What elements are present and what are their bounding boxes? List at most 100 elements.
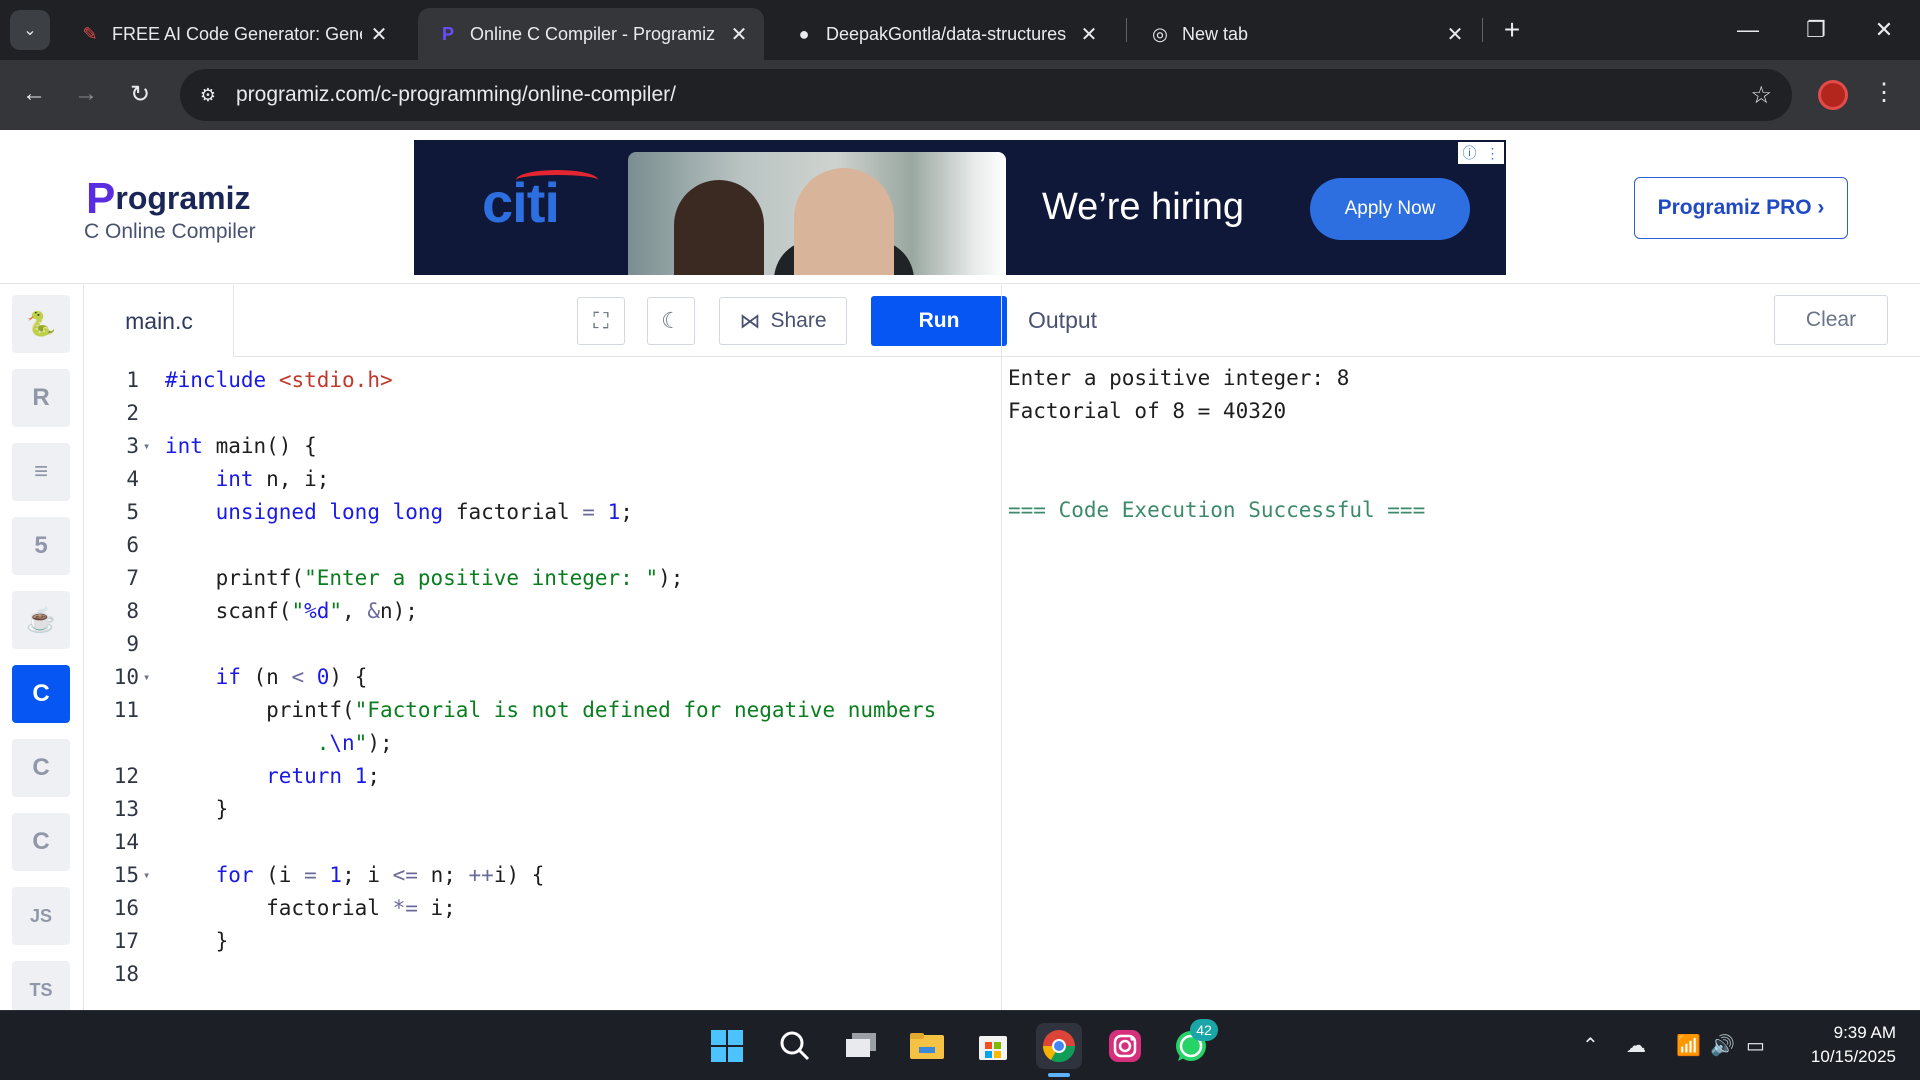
new-tab-button[interactable]: +: [1494, 12, 1530, 48]
code-editor[interactable]: ▲ ▼ 1#include <stdio.h>23▾int main() {4 …: [85, 358, 1001, 1010]
close-icon[interactable]: ✕: [1076, 21, 1102, 47]
fold-arrow-icon[interactable]: ▾: [143, 430, 150, 463]
whatsapp-badge: 42: [1190, 1019, 1218, 1041]
logo-text: rogramiz: [115, 180, 251, 216]
code-line[interactable]: 9: [85, 628, 985, 661]
windows-start-icon[interactable]: [704, 1023, 750, 1069]
apply-now-button[interactable]: Apply Now: [1310, 178, 1470, 240]
ad-banner[interactable]: citi We’re hiring Apply Now ⓘ ⋮: [414, 140, 1506, 275]
language-button[interactable]: JS: [12, 887, 70, 945]
fullscreen-button[interactable]: ⛶: [577, 297, 625, 345]
tab-search-button[interactable]: ⌄: [10, 10, 50, 50]
language-button[interactable]: C: [12, 665, 70, 723]
run-button[interactable]: Run: [871, 296, 1007, 346]
html5-icon: 5: [34, 532, 48, 559]
volume-icon[interactable]: 🔊: [1710, 1033, 1735, 1058]
language-button[interactable]: C: [12, 739, 70, 797]
panel-divider[interactable]: [1001, 285, 1002, 1010]
browser-tab-programiz[interactable]: P Online C Compiler - Programiz ✕: [418, 8, 764, 60]
programiz-pro-button[interactable]: Programiz PRO ›: [1634, 177, 1848, 239]
close-icon[interactable]: ✕: [366, 21, 392, 47]
back-button[interactable]: ←: [14, 74, 54, 114]
restore-button[interactable]: ❐: [1788, 6, 1844, 54]
code-line[interactable]: 8 scanf("%d", &n);: [85, 595, 985, 628]
code-line[interactable]: 17 }: [85, 925, 985, 958]
code-line[interactable]: 1 #include <stdio.h>: [85, 364, 985, 397]
browser-menu-icon[interactable]: ⋮: [1872, 78, 1896, 107]
programiz-logo[interactable]: Programiz: [86, 170, 251, 223]
chevron-up-icon[interactable]: ⌃: [1582, 1033, 1599, 1058]
task-view-icon[interactable]: [838, 1023, 884, 1069]
code-text: }: [165, 797, 229, 821]
line-number: 6: [126, 533, 139, 557]
file-tab[interactable]: main.c: [85, 285, 234, 357]
url-text[interactable]: programiz.com/c-programming/online-compi…: [236, 83, 676, 107]
chrome-icon: ◎: [1152, 23, 1168, 44]
code-line[interactable]: 12 return 1;: [85, 760, 985, 793]
site-info-icon[interactable]: ⚙: [194, 81, 222, 109]
language-button[interactable]: 5: [12, 517, 70, 575]
csharp-icon: C: [32, 828, 50, 855]
code-text: unsigned long long factorial = 1;: [215, 500, 633, 524]
language-button[interactable]: ≡: [12, 443, 70, 501]
fold-arrow-icon[interactable]: ▾: [143, 859, 150, 892]
language-button[interactable]: C: [12, 813, 70, 871]
share-button[interactable]: ⋈ Share: [719, 297, 847, 345]
dark-mode-button[interactable]: ☾: [647, 297, 695, 345]
line-number: 14: [113, 830, 139, 854]
forward-button[interactable]: →: [66, 74, 106, 114]
wifi-icon[interactable]: 📶: [1676, 1033, 1701, 1058]
code-line[interactable]: .\n");: [85, 727, 985, 760]
onedrive-icon[interactable]: ☁: [1626, 1033, 1646, 1058]
sql-icon: ≡: [33, 458, 48, 485]
line-number: 16: [113, 896, 139, 920]
code-line[interactable]: 2: [85, 397, 985, 430]
code-line[interactable]: 18: [85, 958, 985, 991]
close-icon[interactable]: ✕: [1442, 21, 1468, 47]
language-button[interactable]: ☕: [12, 591, 70, 649]
search-icon[interactable]: [772, 1023, 818, 1069]
address-bar[interactable]: ⚙ programiz.com/c-programming/online-com…: [180, 69, 1792, 121]
ad-choices[interactable]: ⓘ ⋮: [1458, 142, 1504, 164]
code-line[interactable]: 10 ▾ if (n < 0) {: [85, 661, 985, 694]
close-window-button[interactable]: ✕: [1856, 6, 1912, 54]
line-number: 4: [126, 467, 139, 491]
browser-tab-ai-code[interactable]: ✎ FREE AI Code Generator: Gener ✕: [60, 8, 404, 60]
profile-avatar[interactable]: [1818, 80, 1848, 110]
language-button[interactable]: 🐍: [12, 295, 70, 353]
file-explorer-icon[interactable]: [904, 1023, 950, 1069]
microsoft-store-icon[interactable]: [970, 1023, 1016, 1069]
line-number: 3: [126, 434, 139, 458]
output-line: Factorial of 8 = 40320: [1008, 399, 1287, 423]
system-clock[interactable]: 9:39 AM 10/15/2025: [1790, 1021, 1896, 1069]
code-line[interactable]: 6: [85, 529, 985, 562]
bookmark-star-icon[interactable]: ☆: [1750, 81, 1772, 110]
code-line[interactable]: 3 ▾ int main() {: [85, 430, 985, 463]
code-line[interactable]: 15 ▾ for (i = 1; i <= n; ++i) {: [85, 859, 985, 892]
chrome-taskbar-icon[interactable]: [1036, 1023, 1082, 1069]
code-line[interactable]: 14: [85, 826, 985, 859]
code-line[interactable]: 13 }: [85, 793, 985, 826]
language-sidebar: 🐍 R ≡ 5 ☕ C C C JS TS: [0, 285, 84, 1010]
code-line[interactable]: 11 printf("Factorial is not defined for …: [85, 694, 985, 727]
output-console[interactable]: Enter a positive integer: 8 Factorial of …: [1008, 356, 1908, 1006]
language-button[interactable]: R: [12, 369, 70, 427]
reload-button[interactable]: ↻: [120, 74, 160, 114]
code-text: if (n < 0) {: [215, 665, 368, 689]
instagram-icon[interactable]: [1102, 1023, 1148, 1069]
close-icon[interactable]: ✕: [726, 21, 752, 47]
code-text: for (i = 1; i <= n; ++i) {: [215, 863, 545, 887]
ad-headline: We’re hiring: [1042, 186, 1245, 228]
tab-separator: [1482, 18, 1483, 42]
clear-button[interactable]: Clear: [1774, 295, 1888, 345]
code-line[interactable]: 7 printf("Enter a positive integer: ");: [85, 562, 985, 595]
code-line[interactable]: 4 int n, i;: [85, 463, 985, 496]
code-line[interactable]: 16 factorial *= i;: [85, 892, 985, 925]
browser-tab-github[interactable]: ● DeepakGontla/data-structures-i ✕: [774, 8, 1114, 60]
fold-arrow-icon[interactable]: ▾: [143, 661, 150, 694]
browser-tab-new[interactable]: ◎ New tab ✕: [1130, 8, 1480, 60]
language-button[interactable]: TS: [12, 961, 70, 1010]
code-line[interactable]: 5 unsigned long long factorial = 1;: [85, 496, 985, 529]
minimize-button[interactable]: —: [1720, 6, 1776, 54]
battery-icon[interactable]: ▭: [1746, 1033, 1765, 1058]
